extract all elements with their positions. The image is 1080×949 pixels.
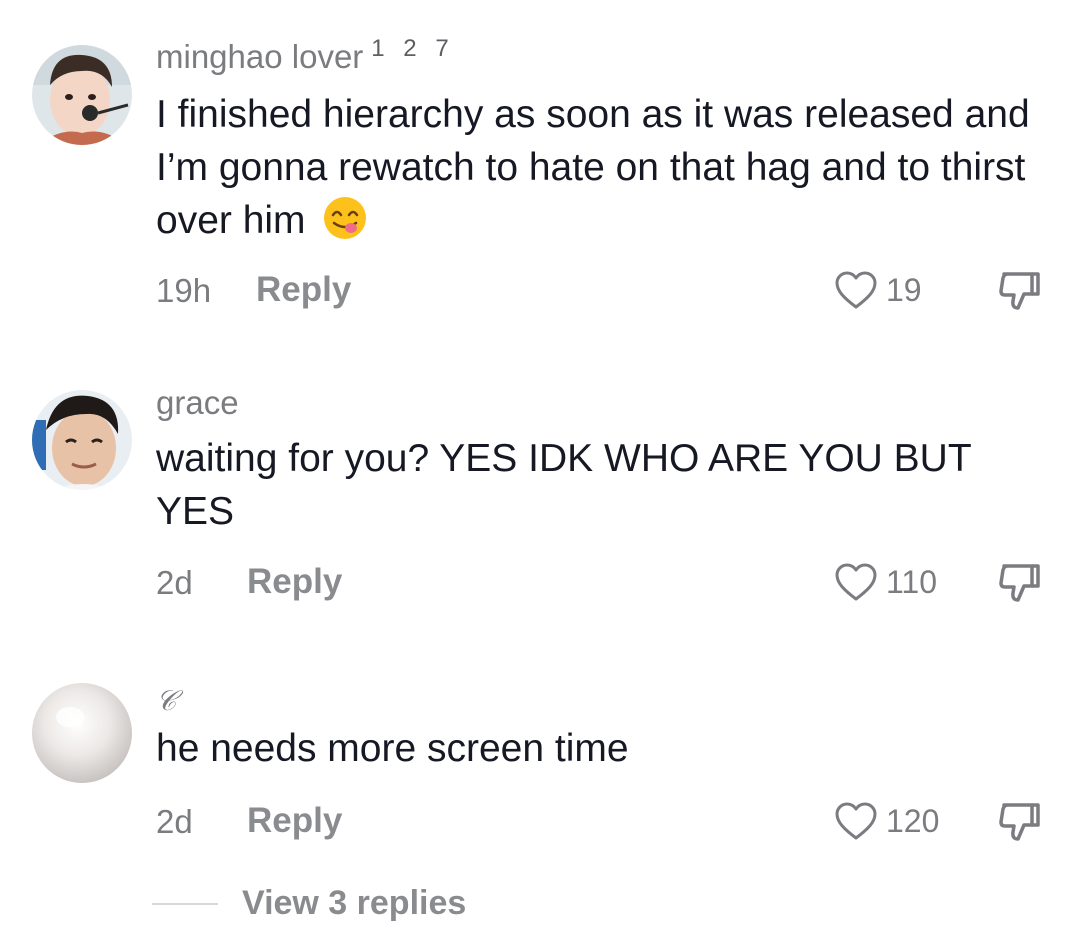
view-replies-label[interactable]: View 3 replies [242,884,466,923]
like-button[interactable]: 110 [834,562,937,602]
username[interactable]: 𝒞 [156,684,176,718]
like-count: 120 [886,802,940,839]
badge-numbers: 1 2 7 [371,35,455,62]
reply-button[interactable]: Reply [247,562,342,602]
comment-text: waiting for you? YES IDK WHO ARE YOU BUT… [156,437,971,533]
username[interactable]: grace [156,384,239,422]
yum-face-icon [324,197,367,239]
reply-button[interactable]: Reply [247,801,342,841]
dislike-icon[interactable] [996,268,1044,316]
heart-icon[interactable] [834,270,878,310]
comment-text-content: I finished hierarchy as soon as it was r… [156,93,1030,242]
view-replies-button[interactable]: View 3 replies [152,884,466,923]
like-count: 19 [886,271,922,308]
comment-time: 19h [156,272,212,309]
like-count: 110 [886,563,938,600]
avatar[interactable] [32,390,132,490]
heart-icon[interactable] [834,562,878,602]
like-button[interactable]: 19 [834,270,922,310]
avatar[interactable] [32,45,132,145]
comment-text: I finished hierarchy as soon as it was r… [156,88,1056,247]
heart-icon[interactable] [834,801,878,841]
avatar[interactable] [32,683,132,783]
like-button[interactable]: 120 [834,801,939,841]
username[interactable]: minghao lover 1 2 7 [156,35,455,76]
comment-time: 2d [156,803,193,840]
dislike-icon[interactable] [996,560,1044,608]
divider [152,902,218,905]
dislike-icon[interactable] [996,799,1044,847]
comment-time: 2d [156,564,193,601]
reply-button[interactable]: Reply [256,270,351,310]
username-text[interactable]: minghao lover [156,38,363,75]
comment-text: he needs more screen time [156,727,629,770]
